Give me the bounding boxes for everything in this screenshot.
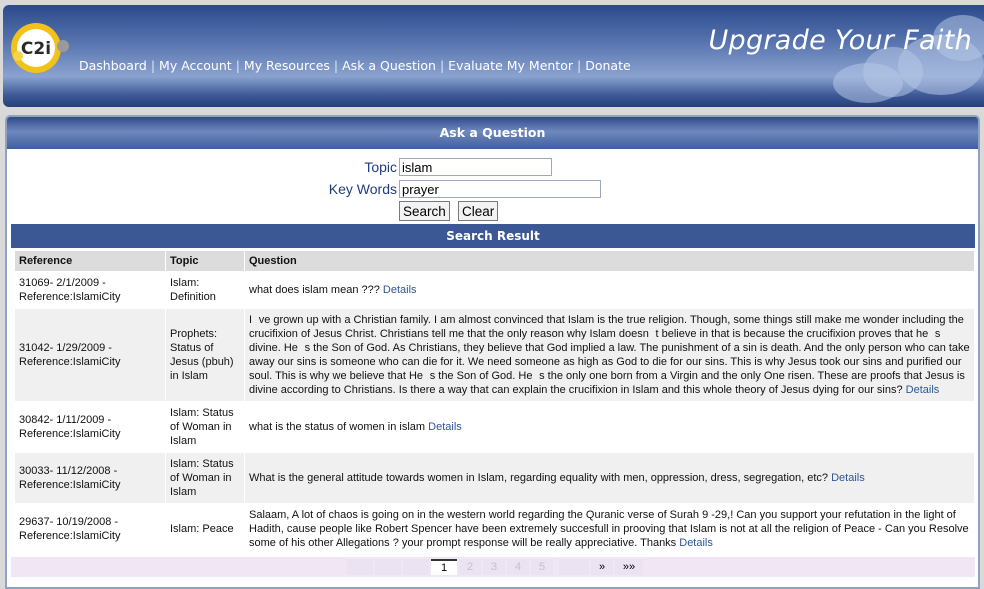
main-nav: Dashboard | My Account | My Resources | Ask a …	[79, 58, 631, 73]
cell-reference: 31042- 1/29/2009 - Reference:IslamiCity	[15, 309, 165, 401]
cell-reference: 31069- 2/1/2009 - Reference:IslamiCity	[15, 272, 165, 308]
pager-page-1[interactable]: 1	[431, 559, 457, 575]
table-row: 29637- 10/19/2008 - Reference:IslamiCity…	[15, 504, 974, 554]
site-header: C2i Dashboard | My Account | My Resources | As…	[3, 5, 984, 107]
cell-reference: 29637- 10/19/2008 - Reference:IslamiCity	[15, 504, 165, 554]
pager-page-2[interactable]: 2	[459, 559, 481, 575]
column-header-question: Question	[245, 251, 974, 271]
nav-my-account[interactable]: My Account	[159, 58, 232, 73]
search-button[interactable]: Search	[399, 201, 450, 221]
pager-spacer	[559, 559, 589, 575]
pager-page-3[interactable]: 3	[483, 559, 505, 575]
clear-button[interactable]: Clear	[458, 201, 499, 221]
svg-text:C2i: C2i	[21, 39, 51, 59]
cell-topic: Islam: Status of Woman in Islam	[166, 453, 244, 503]
question-text: What is the general attitude towards wom…	[249, 472, 829, 484]
nav-evaluate-my-mentor[interactable]: Evaluate My Mentor	[448, 58, 573, 73]
question-text: Ive grown up with a Christian family. I…	[249, 314, 970, 396]
nav-ask-a-question[interactable]: Ask a Question	[342, 58, 436, 73]
cell-reference: 30033- 11/12/2008 - Reference:IslamiCity	[15, 453, 165, 503]
cell-question: Ive grown up with a Christian family. I…	[245, 309, 974, 401]
cell-question: What is the general attitude towards wom…	[245, 453, 974, 503]
details-link[interactable]: Details	[906, 384, 940, 396]
cell-question: Salaam, A lot of chaos is going on in th…	[245, 504, 974, 554]
pager-spacer	[403, 559, 429, 575]
pager-page-4[interactable]: 4	[507, 559, 529, 575]
pager-last-button[interactable]: »»	[615, 559, 643, 575]
keywords-label: Key Words	[328, 181, 397, 197]
details-link[interactable]: Details	[428, 421, 462, 433]
c2i-logo-icon[interactable]: C2i	[10, 21, 70, 75]
table-row: 31042- 1/29/2009 - Reference:IslamiCity …	[15, 309, 974, 401]
column-header-reference: Reference	[15, 251, 165, 271]
nav-separator: |	[333, 58, 339, 73]
pager-page-5[interactable]: 5	[531, 559, 553, 575]
table-header-row: Reference Topic Question	[15, 251, 974, 271]
nav-separator: |	[150, 58, 156, 73]
cell-reference: 30842- 1/11/2009 - Reference:IslamiCity	[15, 402, 165, 452]
search-result-header: Search Result	[11, 224, 975, 248]
site-tagline: Upgrade Your Faith	[708, 25, 972, 56]
question-text: what is the status of women in islam	[249, 421, 426, 433]
column-header-topic: Topic	[166, 251, 244, 271]
pager-first-button[interactable]	[347, 559, 373, 575]
nav-separator: |	[235, 58, 240, 73]
search-form: Topic Key Words Search Clear	[7, 149, 978, 223]
panel-title: Ask a Question	[7, 117, 978, 149]
table-row: 30842- 1/11/2009 - Reference:IslamiCity …	[15, 402, 974, 452]
table-row: 30033- 11/12/2008 - Reference:IslamiCity…	[15, 453, 974, 503]
table-row: 31069- 2/1/2009 - Reference:IslamiCity I…	[15, 272, 974, 308]
keywords-input[interactable]	[399, 180, 601, 198]
cell-question: what is the status of women in islam Det…	[245, 402, 974, 452]
cell-topic: Islam: Peace	[166, 504, 244, 554]
question-text: what does islam mean ???	[249, 284, 380, 296]
details-link[interactable]: Details	[679, 537, 713, 549]
pager-prev-button[interactable]	[375, 559, 401, 575]
nav-donate[interactable]: Donate	[585, 58, 630, 73]
ask-question-panel: Ask a Question Topic Key Words Search Cl…	[5, 115, 980, 589]
pager-next-button[interactable]: »	[591, 559, 613, 575]
nav-my-resources[interactable]: My Resources	[244, 58, 330, 73]
cell-topic: Islam: Definition	[166, 272, 244, 308]
pagination: 1 2 3 4 5 » »»	[11, 557, 975, 577]
cell-question: what does islam mean ??? Details	[245, 272, 974, 308]
cell-topic: Prophets: Status of Jesus (pbuh) in Isla…	[166, 309, 244, 401]
details-link[interactable]: Details	[383, 284, 417, 296]
cell-topic: Islam: Status of Woman in Islam	[166, 402, 244, 452]
topic-label: Topic	[364, 159, 397, 175]
nav-dashboard[interactable]: Dashboard	[79, 58, 147, 73]
details-link[interactable]: Details	[831, 472, 865, 484]
nav-separator: |	[577, 58, 582, 73]
results-table: Reference Topic Question 31069- 2/1/2009…	[14, 250, 975, 555]
question-text: Salaam, A lot of chaos is going on in th…	[249, 509, 969, 549]
nav-separator: |	[439, 58, 445, 73]
topic-input[interactable]	[399, 158, 552, 176]
